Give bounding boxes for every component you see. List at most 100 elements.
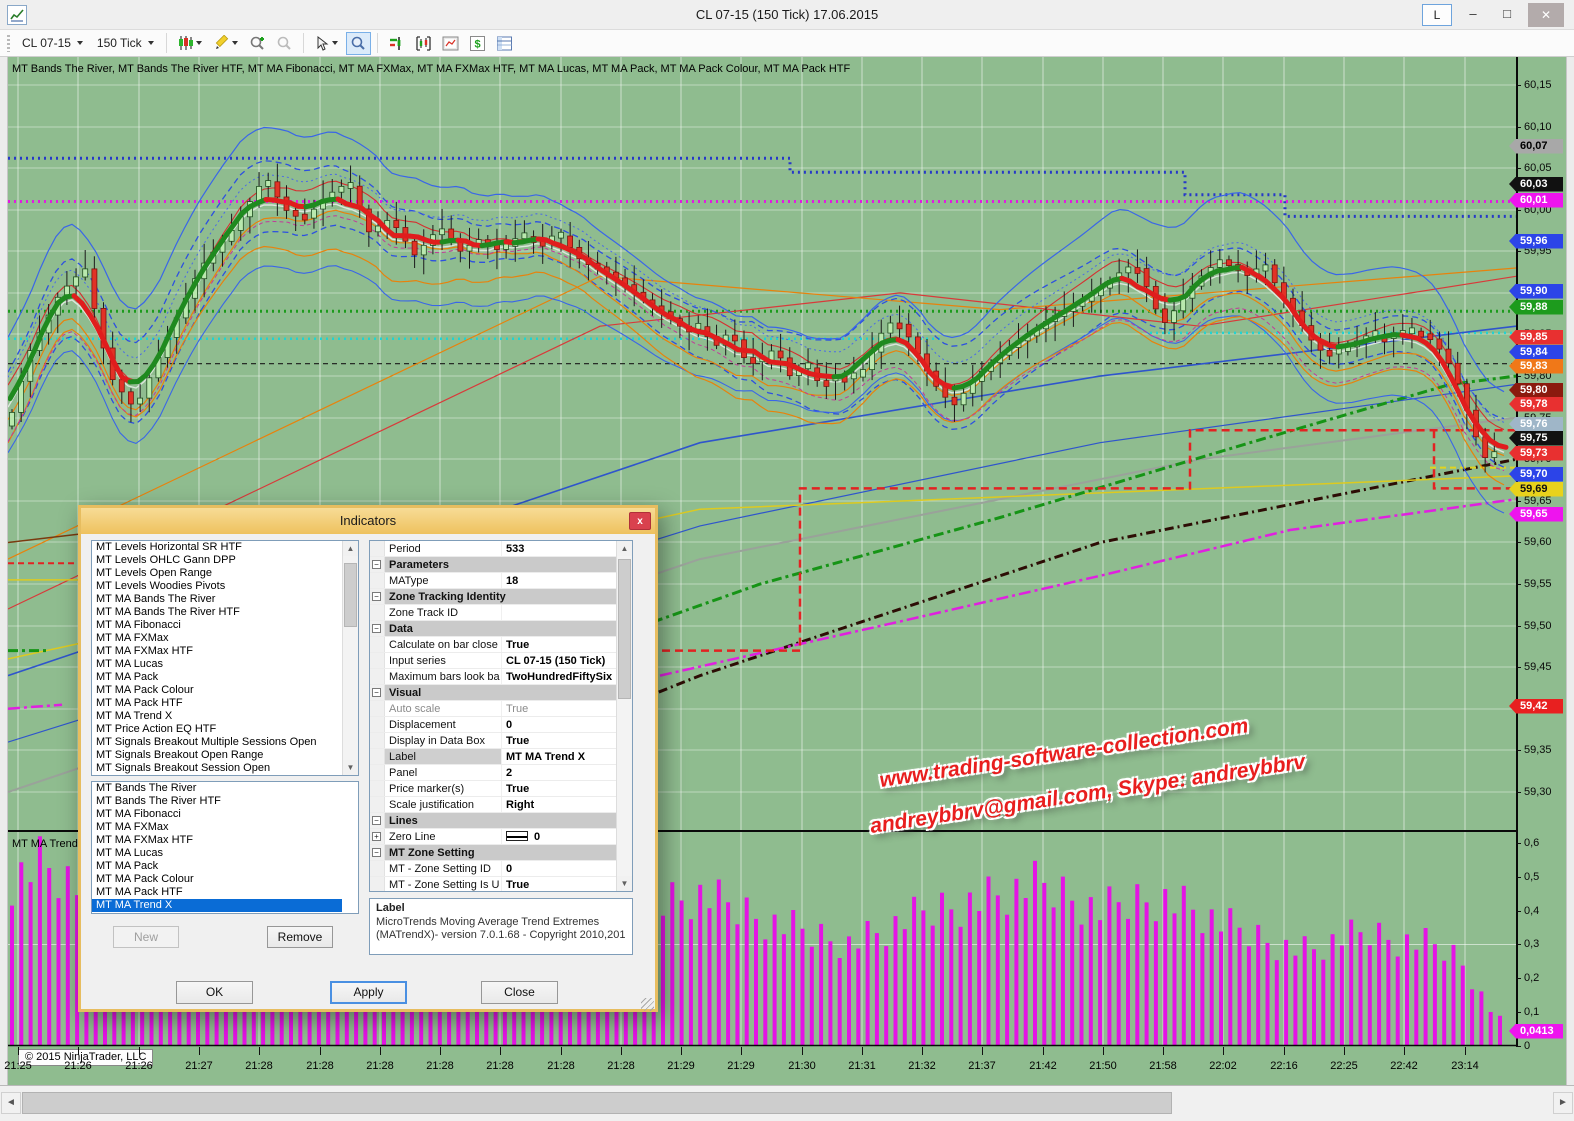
property-row[interactable]: MAType18 — [370, 573, 616, 589]
close-dialog-button[interactable]: Close — [481, 981, 558, 1004]
time-axis[interactable]: © 2015 NinjaTrader, LLC 21:2521:2621:262… — [8, 1047, 1516, 1085]
toolbar-grip[interactable] — [7, 35, 10, 52]
property-value[interactable]: True — [502, 877, 616, 892]
collapse-icon[interactable]: − — [372, 816, 381, 825]
property-row[interactable]: Zone Track ID — [370, 605, 616, 621]
property-value[interactable]: 533 — [502, 541, 616, 556]
applied-indicator-item[interactable]: MT MA Pack HTF — [92, 886, 342, 899]
property-row[interactable]: Calculate on bar closeTrue — [370, 637, 616, 653]
instrument-selector[interactable]: CL 07-15 — [16, 33, 89, 53]
collapse-icon[interactable]: − — [372, 592, 381, 601]
link-button[interactable]: L — [1422, 4, 1452, 26]
property-row[interactable]: Maximum bars look baTwoHundredFiftySix — [370, 669, 616, 685]
property-value[interactable]: True — [502, 781, 616, 796]
indicators-button[interactable] — [384, 32, 409, 55]
scroll-left-arrow[interactable]: ◄ — [1, 1092, 21, 1114]
indicator-list-item[interactable]: MT Price Action EQ HTF — [92, 723, 342, 736]
scrollbar-thumb[interactable] — [344, 563, 357, 627]
indicator-list-item[interactable]: MT Levels Open Range — [92, 567, 342, 580]
property-row[interactable]: Price marker(s)True — [370, 781, 616, 797]
indicator-list-item[interactable]: MT Levels OHLC Gann DPP — [92, 554, 342, 567]
indicator-list-item[interactable]: MT MA FXMax — [92, 632, 342, 645]
drawing-tools-button[interactable] — [209, 32, 243, 55]
zoom-in-button[interactable] — [245, 32, 270, 55]
scrollbar-thumb[interactable] — [618, 559, 631, 699]
property-row[interactable]: Displacement0 — [370, 717, 616, 733]
property-row[interactable]: Input seriesCL 07-15 (150 Tick) — [370, 653, 616, 669]
property-row[interactable]: Scale justificationRight — [370, 797, 616, 813]
indicator-list-item[interactable]: MT MA Pack HTF — [92, 697, 342, 710]
zoom-out-button[interactable] — [272, 32, 297, 55]
scroll-down-arrow[interactable]: ▼ — [617, 876, 632, 891]
property-row[interactable]: Auto scaleTrue — [370, 701, 616, 717]
indicator-list-item[interactable]: MT MA Bands The River HTF — [92, 606, 342, 619]
property-row[interactable]: Panel2 — [370, 765, 616, 781]
indicator-list-item[interactable]: MT Signals Breakout Multiple Sessions Op… — [92, 736, 342, 749]
collapse-icon[interactable]: − — [372, 848, 381, 857]
property-section[interactable]: −Lines — [370, 813, 616, 829]
chart-style-button[interactable] — [173, 32, 207, 55]
grid-scrollbar[interactable]: ▲ ▼ — [616, 541, 632, 891]
indicator-list-item[interactable]: MT MA Bands The River — [92, 593, 342, 606]
collapse-icon[interactable]: − — [372, 624, 381, 633]
indicator-list-item[interactable]: MT MA Trend X — [92, 710, 342, 723]
property-row[interactable]: +Zero Line0 — [370, 829, 616, 845]
chart-properties-button[interactable] — [411, 32, 436, 55]
available-indicators-list[interactable]: MT Levels Horizontal SR HTFMT Levels OHL… — [91, 540, 359, 776]
scrollbar-thumb[interactable] — [22, 1092, 1172, 1114]
maximize-button[interactable]: □ — [1494, 4, 1520, 26]
ok-button[interactable]: OK — [176, 981, 253, 1004]
applied-indicator-item[interactable]: MT MA FXMax HTF — [92, 834, 342, 847]
account-data-button[interactable]: $ — [465, 32, 490, 55]
snapshot-button[interactable] — [438, 32, 463, 55]
indicator-list-item[interactable]: MT Levels Woodies Pivots — [92, 580, 342, 593]
scroll-up-arrow[interactable]: ▲ — [343, 541, 358, 556]
property-value[interactable]: True — [502, 733, 616, 748]
property-row[interactable]: Display in Data BoxTrue — [370, 733, 616, 749]
resize-grip[interactable] — [641, 998, 654, 1011]
property-section[interactable]: −Zone Tracking Identity — [370, 589, 616, 605]
data-box-button[interactable] — [346, 32, 371, 55]
applied-indicator-item[interactable]: MT Bands The River HTF — [92, 795, 342, 808]
indicator-list-item[interactable]: MT MA Pack Colour — [92, 684, 342, 697]
applied-indicator-item[interactable]: MT MA Fibonacci — [92, 808, 342, 821]
property-value[interactable]: True — [502, 637, 616, 652]
indicator-list-item[interactable]: MT MA Lucas — [92, 658, 342, 671]
indicator-list-item[interactable]: MT MA Pack — [92, 671, 342, 684]
scroll-right-arrow[interactable]: ► — [1553, 1092, 1573, 1114]
property-row[interactable]: Period533 — [370, 541, 616, 557]
property-value[interactable]: 18 — [502, 573, 616, 588]
horizontal-scrollbar[interactable]: ◄ ► — [0, 1085, 1574, 1121]
minimize-button[interactable]: – — [1460, 4, 1486, 26]
property-value[interactable]: TwoHundredFiftySix — [502, 669, 616, 684]
interval-selector[interactable]: 150 Tick — [91, 33, 160, 53]
property-value[interactable]: CL 07-15 (150 Tick) — [502, 653, 616, 668]
scroll-up-arrow[interactable]: ▲ — [617, 541, 632, 556]
property-section[interactable]: −Visual — [370, 685, 616, 701]
property-value[interactable]: 0 — [502, 861, 616, 876]
property-row[interactable]: MT - Zone Setting Is UTrue — [370, 877, 616, 892]
property-value[interactable]: 0 — [502, 829, 616, 844]
property-section[interactable]: −Parameters — [370, 557, 616, 573]
property-value[interactable]: Right — [502, 797, 616, 812]
price-axis[interactable]: 60,1560,1060,0560,0059,9559,9059,8559,80… — [1516, 57, 1572, 1085]
scroll-down-arrow[interactable]: ▼ — [343, 760, 358, 775]
property-value[interactable]: MT MA Trend X — [502, 749, 616, 764]
remove-button[interactable]: Remove — [267, 926, 333, 948]
property-section[interactable]: −Data — [370, 621, 616, 637]
indicator-list-item[interactable]: MT Levels Horizontal SR HTF — [92, 541, 342, 554]
property-row[interactable]: LabelMT MA Trend X — [370, 749, 616, 765]
applied-indicator-item[interactable]: MT MA FXMax — [92, 821, 342, 834]
apply-button[interactable]: Apply — [330, 981, 407, 1004]
property-section[interactable]: −MT Zone Setting — [370, 845, 616, 861]
property-value[interactable]: 2 — [502, 765, 616, 780]
collapse-icon[interactable]: − — [372, 688, 381, 697]
applied-indicator-item[interactable]: MT MA Trend X — [92, 899, 342, 912]
applied-indicator-item[interactable]: MT MA Lucas — [92, 847, 342, 860]
property-grid[interactable]: Period533−ParametersMAType18−Zone Tracki… — [369, 540, 633, 892]
dialog-titlebar[interactable]: Indicators x — [81, 508, 655, 534]
indicator-list-item[interactable]: MT MA Fibonacci — [92, 619, 342, 632]
indicator-list-item[interactable]: MT MA FXMax HTF — [92, 645, 342, 658]
property-value[interactable]: 0 — [502, 717, 616, 732]
applied-indicators-list[interactable]: MT Bands The RiverMT Bands The River HTF… — [91, 781, 359, 914]
